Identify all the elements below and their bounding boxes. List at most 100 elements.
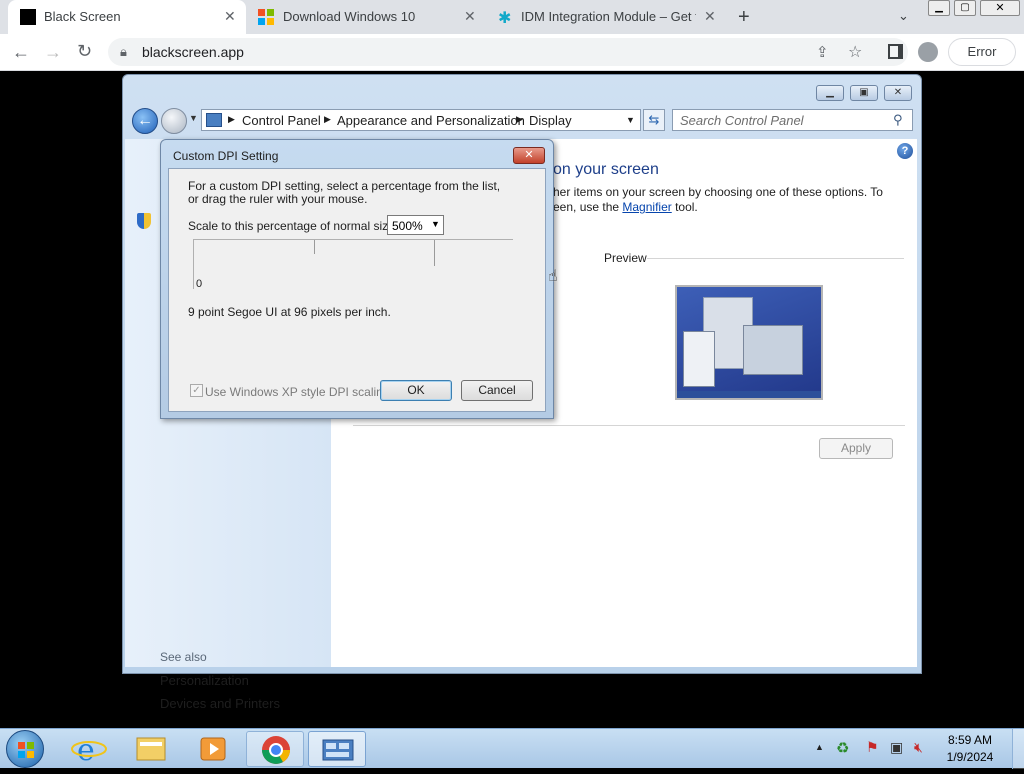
search-input[interactable]: Search Control Panel ⚲: [672, 109, 913, 131]
network-status-icon[interactable]: ▣: [890, 739, 903, 756]
explorer-back-icon[interactable]: ←: [132, 108, 158, 134]
address-bar[interactable]: ▶ Control Panel ▶ Appearance and Persona…: [201, 109, 641, 131]
action-center-icon[interactable]: ⚑: [866, 739, 879, 756]
preview-image: [675, 285, 823, 400]
uac-shield-icon: [137, 213, 151, 229]
svg-text:e: e: [77, 733, 95, 767]
scale-percentage-combobox[interactable]: 500% ▼: [387, 215, 444, 235]
dpi-ruler[interactable]: 0: [193, 239, 513, 290]
browser-toolbar: ← → ↻ 🔒︎ blackscreen.app ⇪ ☆ Error: [0, 34, 1024, 71]
profile-error-button[interactable]: Error: [948, 38, 1016, 66]
media-player-icon[interactable]: [184, 731, 242, 767]
lock-icon[interactable]: 🔒︎: [120, 44, 127, 60]
ruler-tick: [434, 240, 435, 266]
minimize-icon[interactable]: ▁: [928, 0, 950, 16]
preview-divider: [647, 258, 904, 259]
close-window-icon[interactable]: ✕: [980, 0, 1020, 16]
browser-tab-strip: Black Screen ✕ Download Windows 10 ✕ ✱ I…: [0, 0, 1024, 34]
description-text: tool.: [671, 200, 698, 214]
breadcrumb-chevron-icon[interactable]: ▶: [516, 114, 523, 125]
cp-minimize-icon[interactable]: ▁: [816, 85, 844, 101]
cp-close-icon[interactable]: ✕: [884, 85, 912, 101]
search-icon[interactable]: ⚲: [893, 112, 903, 128]
refresh-icon[interactable]: ⇆: [643, 109, 665, 131]
description-text: een, use the: [553, 200, 623, 214]
bookmark-star-icon[interactable]: ☆: [848, 42, 862, 62]
cp-maximize-icon[interactable]: ▣: [850, 85, 878, 101]
ok-button[interactable]: OK: [380, 380, 452, 401]
dialog-close-icon[interactable]: ✕: [513, 147, 545, 164]
profile-avatar-icon[interactable]: [918, 42, 938, 62]
side-panel-icon[interactable]: [888, 44, 903, 59]
explorer-forward-icon[interactable]: [161, 108, 187, 134]
combobox-dropdown-icon[interactable]: ▼: [431, 219, 440, 229]
breadcrumb-chevron-icon[interactable]: ▶: [228, 114, 235, 125]
personalization-link[interactable]: Personalization: [160, 673, 249, 688]
breadcrumb-chevron-icon[interactable]: ▶: [324, 114, 331, 125]
forward-arrow-icon[interactable]: →: [44, 43, 62, 61]
cancel-button[interactable]: Cancel: [461, 380, 533, 401]
tab-download-windows[interactable]: Download Windows 10 ✕: [248, 0, 486, 34]
xp-scaling-checkbox[interactable]: ✓: [190, 384, 203, 397]
description-line-1: her items on your screen by choosing one…: [553, 185, 883, 199]
tab-search-chevron-icon[interactable]: ⌄: [898, 8, 909, 24]
dialog-title: Custom DPI Setting: [173, 149, 279, 163]
tab-title: Black Screen: [44, 9, 121, 24]
back-arrow-icon[interactable]: ←: [12, 43, 30, 61]
control-panel-taskbar-icon[interactable]: [308, 731, 366, 767]
breadcrumb-appearance[interactable]: Appearance and Personalization: [337, 113, 525, 128]
magnifier-link[interactable]: Magnifier: [622, 200, 671, 214]
start-button-icon[interactable]: [6, 730, 44, 768]
preview-window: [743, 325, 803, 375]
search-placeholder: Search Control Panel: [680, 113, 804, 128]
share-icon[interactable]: ⇪: [816, 43, 829, 61]
breadcrumb-control-panel[interactable]: Control Panel: [242, 113, 321, 128]
help-icon[interactable]: ?: [897, 143, 913, 159]
apply-button[interactable]: Apply: [819, 438, 893, 459]
close-tab-icon[interactable]: ✕: [224, 8, 236, 25]
tab-title: IDM Integration Module – Get th: [521, 9, 696, 24]
tab-idm-integration[interactable]: ✱ IDM Integration Module – Get th ✕: [488, 0, 726, 34]
show-desktop-button[interactable]: [1012, 729, 1024, 769]
show-hidden-icons-icon[interactable]: ▲: [815, 742, 824, 752]
scale-value[interactable]: 500%: [392, 219, 423, 233]
close-tab-icon[interactable]: ✕: [704, 8, 716, 25]
window-controls: ▁ ▢ ✕: [928, 0, 1024, 18]
preview-label: Preview: [604, 251, 647, 265]
windows-taskbar: e ▲ ♻︎ ⚑ ▣ 🔇︎ 8:59 AM 1/9/2024: [0, 728, 1024, 769]
preview-taskbar: [677, 391, 821, 398]
tab-title: Download Windows 10: [283, 9, 416, 24]
bottom-divider: [353, 425, 905, 426]
devices-and-printers-link[interactable]: Devices and Printers: [160, 696, 280, 711]
control-panel-icon: [206, 113, 222, 127]
volume-muted-icon[interactable]: 🔇︎: [914, 739, 923, 756]
xp-scaling-label: Use Windows XP style DPI scaling: [205, 385, 390, 399]
internet-explorer-icon[interactable]: e: [60, 731, 118, 768]
ruler-zero-label: 0: [196, 278, 203, 290]
maximize-icon[interactable]: ▢: [954, 0, 976, 16]
omnibox[interactable]: 🔒︎ blackscreen.app ⇪ ☆: [108, 38, 908, 66]
close-tab-icon[interactable]: ✕: [464, 8, 476, 25]
tab-black-screen[interactable]: Black Screen ✕: [8, 0, 246, 34]
page-heading: on your screen: [553, 161, 659, 178]
file-explorer-icon[interactable]: [122, 731, 180, 767]
ok-button-label: OK: [407, 383, 425, 397]
breadcrumb-display[interactable]: Display: [529, 113, 572, 128]
url-text[interactable]: blackscreen.app: [142, 44, 244, 60]
chrome-taskbar-icon[interactable]: [246, 731, 304, 767]
dialog-instructions: For a custom DPI setting, select a perce…: [188, 179, 501, 206]
description-line-2: een, use the Magnifier tool.: [553, 200, 698, 214]
dialog-body: For a custom DPI setting, select a perce…: [168, 168, 546, 412]
idm-favicon-icon: ✱: [498, 10, 512, 27]
clock-date: 1/9/2024: [946, 750, 994, 764]
network-tray-icon[interactable]: ♻︎: [836, 739, 849, 757]
font-info-text: 9 point Segoe UI at 96 pixels per inch.: [188, 305, 391, 319]
new-tab-plus-icon[interactable]: +: [738, 6, 750, 29]
windows-logo-favicon-icon: [258, 9, 274, 25]
scale-label: Scale to this percentage of normal size:: [188, 219, 399, 233]
taskbar-clock[interactable]: 8:59 AM 1/9/2024: [942, 733, 998, 764]
history-dropdown-icon[interactable]: ▼: [189, 113, 198, 123]
see-also-heading: See also: [160, 650, 207, 664]
address-dropdown-icon[interactable]: ▼: [626, 115, 635, 125]
reload-icon[interactable]: ↻: [77, 42, 92, 60]
